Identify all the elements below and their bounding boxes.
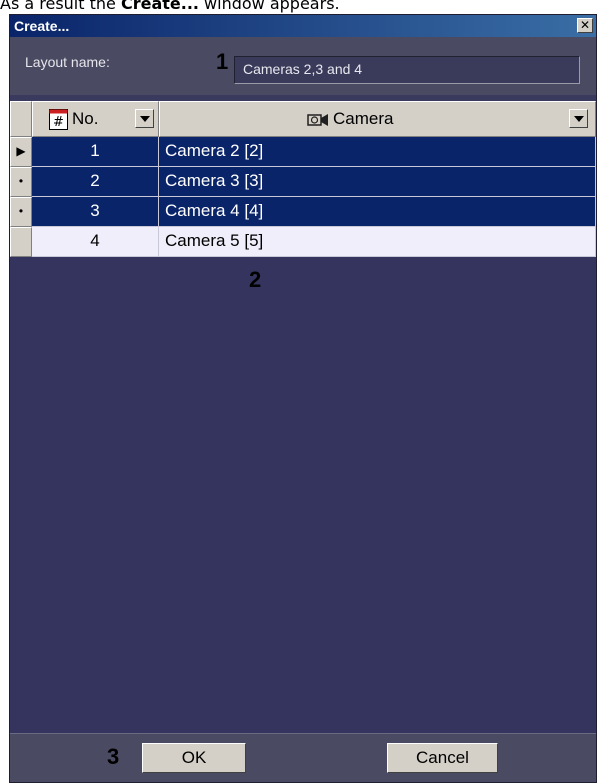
table-number-icon: # bbox=[49, 109, 68, 130]
button-bar: 3 OK Cancel bbox=[10, 733, 596, 782]
title-bar[interactable]: Create... ✕ bbox=[10, 15, 596, 37]
svg-text:#: # bbox=[53, 115, 64, 130]
column-label-no: No. bbox=[72, 109, 99, 128]
marker-1: 1 bbox=[216, 49, 229, 74]
row-indicator[interactable]: • bbox=[10, 197, 32, 227]
camera-filter-dropdown[interactable] bbox=[569, 109, 588, 128]
row-number: 1 bbox=[32, 137, 159, 167]
table-row[interactable]: • 3 Camera 4 [4] bbox=[10, 197, 596, 227]
row-indicator[interactable]: ▶ bbox=[10, 137, 32, 167]
column-label-camera: Camera bbox=[333, 109, 394, 128]
create-dialog: Create... ✕ Layout name: 1 Cameras 2,3 a… bbox=[9, 14, 597, 783]
table-row[interactable]: ▶ 1 Camera 2 [2] bbox=[10, 137, 596, 167]
row-number: 3 bbox=[32, 197, 159, 227]
column-header-camera[interactable]: Camera bbox=[159, 101, 596, 137]
row-camera: Camera 2 [2] bbox=[159, 137, 596, 167]
marker-3: 3 bbox=[107, 744, 120, 769]
row-number: 2 bbox=[32, 167, 159, 197]
window-title: Create... bbox=[14, 18, 70, 34]
ok-button[interactable]: OK bbox=[142, 743, 246, 773]
cancel-button[interactable]: Cancel bbox=[387, 743, 498, 773]
row-number: 4 bbox=[32, 227, 159, 257]
marker-2: 2 bbox=[249, 267, 262, 292]
layout-name-input[interactable]: Cameras 2,3 and 4 bbox=[234, 56, 580, 84]
camera-grid: # No. Camera ▶ 1 Camera 2 [2] • 2 Camera… bbox=[10, 101, 596, 766]
row-indicator[interactable] bbox=[10, 227, 32, 257]
page-caption: As a result the Create... window appears… bbox=[0, 0, 340, 13]
table-row[interactable]: • 2 Camera 3 [3] bbox=[10, 167, 596, 197]
camera-icon bbox=[307, 114, 328, 126]
no-filter-dropdown[interactable] bbox=[135, 109, 154, 128]
row-camera: Camera 4 [4] bbox=[159, 197, 596, 227]
column-header-no[interactable]: # No. bbox=[32, 101, 159, 137]
row-camera: Camera 5 [5] bbox=[159, 227, 596, 257]
row-camera: Camera 3 [3] bbox=[159, 167, 596, 197]
close-button[interactable]: ✕ bbox=[577, 18, 593, 33]
row-indicator[interactable]: • bbox=[10, 167, 32, 197]
header-row-indicator bbox=[10, 101, 32, 137]
close-icon: ✕ bbox=[579, 18, 591, 32]
layout-name-label: Layout name: bbox=[25, 54, 110, 70]
table-row[interactable]: 4 Camera 5 [5] bbox=[10, 227, 596, 257]
